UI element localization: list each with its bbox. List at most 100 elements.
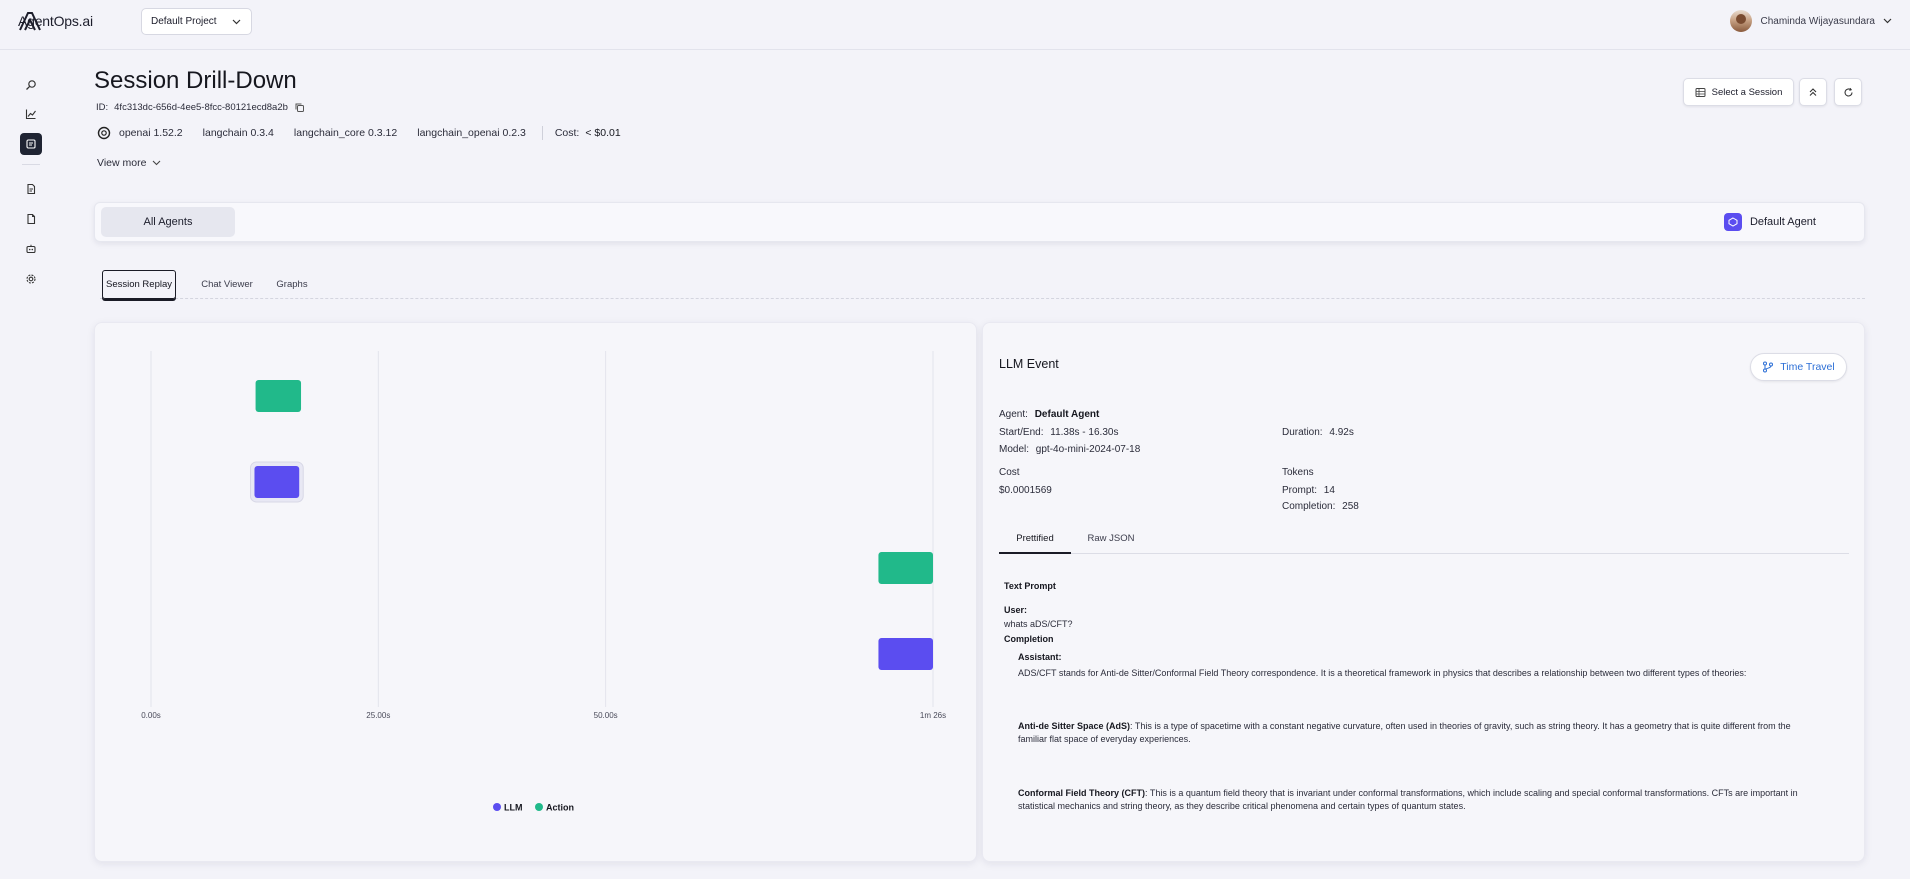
- table-icon: [1695, 87, 1706, 97]
- tab-graphs[interactable]: Graphs: [273, 270, 311, 299]
- completion-heading: Completion: [1004, 634, 1054, 644]
- cost-value: < $0.01: [585, 127, 621, 139]
- completion-paragraph-3: Conformal Field Theory (CFT): This is a …: [1018, 787, 1858, 813]
- cost-label: Cost:: [554, 127, 580, 139]
- package-list: openai 1.52.2 langchain 0.3.4 langchain_…: [97, 126, 621, 140]
- refresh-icon: [1843, 87, 1853, 97]
- tick-label: 1m 26s: [920, 711, 946, 720]
- select-session-label: Select a Session: [1711, 86, 1783, 98]
- copy-icon[interactable]: [294, 102, 305, 113]
- document-icon[interactable]: [20, 208, 42, 230]
- agent-label: Agent:: [999, 409, 1028, 420]
- llm-event-bar[interactable]: [878, 638, 933, 670]
- tab-chat-viewer[interactable]: Chat Viewer: [195, 270, 259, 299]
- detail-tabs: Prettified Raw JSON: [999, 530, 1849, 554]
- model-row: Model: gpt-4o-mini-2024-07-18: [999, 444, 1140, 455]
- view-tabs: Session Replay Chat Viewer Graphs: [100, 270, 1865, 299]
- search-icon[interactable]: [20, 74, 42, 96]
- branch-icon: [1763, 361, 1774, 373]
- tick-label: 0.00s: [141, 711, 161, 720]
- action-event-bar[interactable]: [255, 380, 302, 412]
- user-message: whats aDS/CFT?: [1004, 619, 1073, 629]
- duration-value: 4.92s: [1329, 427, 1354, 438]
- default-agent-label: Default Agent: [1749, 216, 1816, 228]
- sessions-icon[interactable]: [20, 133, 42, 155]
- legend-label: LLM: [504, 803, 523, 813]
- llm-event-bar[interactable]: [254, 466, 300, 498]
- startend-value: 11.38s - 16.30s: [1050, 427, 1119, 438]
- agents-bar: All Agents Default Agent: [94, 202, 1865, 242]
- completion-paragraph-2: Anti-de Sitter Space (AdS): This is a ty…: [1018, 720, 1858, 746]
- agent-icon: [1723, 213, 1742, 231]
- tab-raw-json[interactable]: Raw JSON: [1083, 530, 1139, 554]
- session-id: ID: 4fc313dc-656d-4ee5-8fcc-80121ecd8a2b: [96, 102, 305, 113]
- startend-label: Start/End:: [999, 427, 1044, 438]
- ads-definition-line-2: familiar flat space of everyday experien…: [1018, 734, 1191, 744]
- user-name: Chaminda Wijayasundara: [1760, 15, 1875, 27]
- logo-text: AgentOps.ai: [18, 12, 93, 29]
- all-agents-button[interactable]: All Agents: [101, 207, 235, 237]
- chevron-down-icon: [232, 19, 241, 24]
- package-langchain-openai: langchain_openai 0.2.3: [417, 127, 526, 139]
- cost-heading: Cost: [999, 467, 1020, 478]
- page-title: Session Drill-Down: [94, 67, 297, 94]
- tick-label: 25.00s: [366, 711, 390, 720]
- cft-definition-line-1: : This is a quantum field theory that is…: [1145, 788, 1798, 798]
- model-value: gpt-4o-mini-2024-07-18: [1035, 444, 1141, 455]
- package-langchain: langchain 0.3.4: [202, 127, 274, 139]
- duration-label: Duration:: [1282, 427, 1323, 438]
- event-details-panel: LLM Event Time Travel Agent: Default Age…: [982, 322, 1865, 862]
- action-event-bar[interactable]: [878, 552, 933, 584]
- cost-amount: $0.0001569: [999, 485, 1052, 496]
- tick-label: 50.00s: [594, 711, 618, 720]
- prompt-tokens-value: 14: [1323, 485, 1335, 496]
- file-icon[interactable]: [20, 178, 42, 200]
- assistant-label: Assistant:: [1018, 652, 1062, 662]
- select-session-button[interactable]: Select a Session: [1683, 78, 1794, 106]
- project-selector[interactable]: Default Project: [141, 8, 252, 35]
- legend-swatch: [535, 803, 543, 811]
- user-menu[interactable]: Chaminda Wijayasundara: [1730, 10, 1892, 32]
- openai-icon: [97, 126, 111, 140]
- model-label: Model:: [999, 444, 1030, 455]
- legend-swatch: [493, 803, 501, 811]
- user-label: User:: [1004, 605, 1028, 615]
- cft-term: Conformal Field Theory (CFT): [1018, 788, 1145, 798]
- completion-tokens-row: Completion: 258: [1282, 501, 1359, 512]
- legend-label: Action: [546, 803, 574, 813]
- chart-icon[interactable]: [20, 103, 42, 125]
- default-agent-item[interactable]: Default Agent: [1723, 213, 1816, 231]
- refresh-button[interactable]: [1834, 78, 1862, 106]
- session-replay-panel: 0.00s 25.00s 50.00s 1m 26s LLM Action: [94, 322, 977, 862]
- view-more-label: View more: [97, 157, 147, 169]
- completion-paragraph-1: ADS/CFT stands for Anti-de Sitter/Confor…: [1018, 668, 1747, 678]
- divider: [541, 126, 543, 140]
- text-prompt-heading: Text Prompt: [1004, 581, 1056, 591]
- tab-session-replay[interactable]: Session Replay: [102, 270, 176, 299]
- collapse-button[interactable]: [1799, 78, 1827, 106]
- settings-icon[interactable]: [20, 268, 42, 290]
- tab-prettified[interactable]: Prettified: [999, 530, 1071, 554]
- tokens-heading: Tokens: [1282, 467, 1314, 478]
- agent-row: Agent: Default Agent: [999, 409, 1099, 420]
- prompt-tokens-row: Prompt: 14: [1282, 485, 1335, 496]
- completion-tokens-value: 258: [1342, 501, 1359, 512]
- top-bar: [0, 0, 1910, 50]
- ads-term: Anti-de Sitter Space (AdS): [1018, 721, 1131, 731]
- chevron-down-icon: [153, 160, 161, 166]
- session-id-value: 4fc313dc-656d-4ee5-8fcc-80121ecd8a2b: [114, 102, 288, 113]
- duration-row: Duration: 4.92s: [1282, 427, 1354, 438]
- chevron-down-icon: [1883, 18, 1892, 24]
- view-more-toggle[interactable]: View more: [97, 157, 161, 169]
- timeline-chart: 0.00s 25.00s 50.00s 1m 26s LLM Action: [141, 351, 946, 813]
- startend-row: Start/End: 11.38s - 16.30s: [999, 427, 1118, 438]
- logo[interactable]: AgentOps.ai: [18, 10, 93, 32]
- package-langchain-core: langchain_core 0.3.12: [293, 127, 398, 139]
- cft-definition-line-2: statistical mechanics and string theory,…: [1018, 801, 1466, 811]
- session-id-label: ID:: [96, 102, 109, 113]
- time-travel-label: Time Travel: [1780, 361, 1835, 373]
- time-travel-button[interactable]: Time Travel: [1750, 353, 1847, 381]
- package-openai: openai 1.52.2: [119, 127, 183, 139]
- robot-icon[interactable]: [20, 238, 42, 260]
- project-selector-label: Default Project: [151, 16, 217, 27]
